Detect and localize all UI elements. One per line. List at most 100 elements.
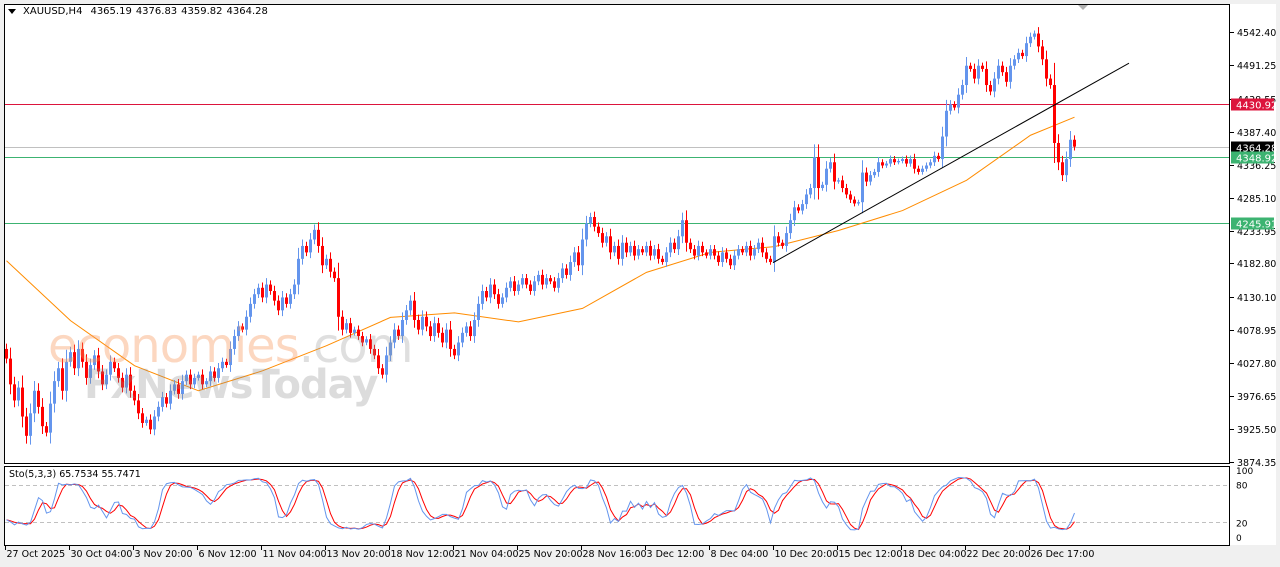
candle-down: [641, 249, 644, 253]
candle-up: [809, 188, 812, 195]
ohlc-close: 4364.28: [226, 6, 268, 17]
time-tick-label: 27 Oct 2025: [7, 549, 66, 560]
candle-up: [89, 365, 92, 378]
candle-down: [121, 377, 124, 388]
candle-up: [221, 361, 224, 369]
candle-up: [233, 336, 236, 349]
price-tick-label: 4130.10: [1237, 293, 1276, 304]
candle-up: [977, 65, 980, 79]
candle-up: [1029, 36, 1032, 44]
candle-up: [433, 323, 436, 337]
candle-down: [425, 316, 428, 327]
candle-up: [105, 374, 108, 385]
candle-up: [801, 204, 804, 211]
candle-up: [897, 160, 900, 163]
stochastic-level-label: 0: [1236, 534, 1242, 544]
candle-down: [937, 155, 940, 160]
stochastic-level-label: 80: [1236, 482, 1248, 492]
candle-up: [481, 291, 484, 304]
candle-up: [773, 236, 776, 263]
candle-down: [729, 258, 732, 266]
candle-down: [633, 245, 636, 256]
candle-down: [985, 68, 988, 86]
candle-down: [625, 242, 628, 253]
candle-down: [117, 368, 120, 378]
symbol-label: XAUUSD,H4: [23, 6, 83, 17]
candle-down: [845, 188, 848, 195]
candle-up: [421, 316, 424, 330]
time-tick-label: 8 Dec 04:00: [711, 549, 769, 560]
triangle-down-icon[interactable]: [8, 9, 16, 14]
time-axis[interactable]: 27 Oct 2025 30 Oct 04:00 3 Nov 20:00 6 Nov …: [5, 546, 1095, 560]
candle-down: [553, 281, 556, 288]
candle-down: [717, 255, 720, 263]
resistance-price-label: 4430.92: [1236, 101, 1277, 112]
candle-down: [45, 426, 48, 433]
candle-up: [445, 329, 448, 343]
candle-down: [725, 252, 728, 259]
time-tick-label: 25 Nov 20:00: [519, 549, 583, 560]
stochastic-label: Sto(5,3,3) 65.7534 55.7471: [9, 469, 141, 480]
candle-up: [249, 303, 252, 317]
candle-up: [325, 258, 328, 266]
candle-up: [237, 326, 240, 337]
candle-up: [889, 159, 892, 164]
candle-down: [853, 199, 856, 204]
candle-up: [289, 294, 292, 304]
candle-up: [737, 249, 740, 256]
candle-up: [613, 245, 616, 253]
candle-up: [653, 249, 656, 256]
candle-down: [1005, 72, 1008, 82]
candle-up: [793, 207, 796, 221]
candle-down: [377, 355, 380, 369]
candle-down: [241, 326, 244, 330]
time-tick-label: 6 Nov 12:00: [199, 549, 257, 560]
candle-up: [77, 348, 80, 369]
candle-down: [493, 284, 496, 295]
price-tick-label: 4027.80: [1237, 359, 1276, 370]
time-tick-label: 21 Nov 04:00: [455, 549, 519, 560]
candle-up: [69, 352, 72, 362]
candle-up: [645, 245, 648, 253]
candle-up: [537, 274, 540, 282]
candle-down: [397, 329, 400, 337]
candle-up: [365, 339, 368, 343]
candle-up: [29, 413, 32, 436]
candle-up: [1069, 139, 1072, 160]
chart-header: XAUUSD,H4 4365.19 4376.83 4359.82 4364.2…: [8, 6, 268, 17]
candle-down: [529, 284, 532, 292]
candle-down: [673, 242, 676, 250]
time-tick-label: 28 Nov 16:00: [583, 549, 647, 560]
candle-down: [137, 400, 140, 414]
candle-up: [301, 245, 304, 259]
chart-canvas: 4542.404491.254438.554387.404336.254285.…: [0, 0, 1280, 567]
candle-down: [369, 339, 372, 349]
candle-up: [869, 175, 872, 182]
candle-up: [49, 403, 52, 433]
candle-up: [473, 319, 476, 337]
candle-down: [593, 216, 596, 227]
time-tick-label: 22 Dec 20:00: [967, 549, 1031, 560]
candle-up: [929, 162, 932, 166]
candle-up: [921, 168, 924, 172]
ohlc-low: 4359.82: [181, 6, 223, 17]
candle-up: [997, 65, 1000, 79]
candle-down: [781, 242, 784, 246]
candle-up: [621, 242, 624, 259]
candle-up: [253, 294, 256, 304]
candle-up: [265, 284, 268, 298]
candle-down: [817, 157, 820, 189]
candle-down: [9, 358, 12, 385]
candle-up: [1017, 52, 1020, 60]
candle-down: [841, 180, 844, 189]
candle-down: [549, 278, 552, 282]
candle-down: [113, 361, 116, 369]
candle-up: [181, 381, 184, 394]
candle-up: [945, 110, 948, 137]
candle-up: [521, 278, 524, 285]
candle-up: [557, 278, 560, 288]
candle-up: [573, 252, 576, 263]
candle-down: [917, 168, 920, 172]
candle-up: [873, 171, 876, 176]
candle-up: [753, 249, 756, 256]
